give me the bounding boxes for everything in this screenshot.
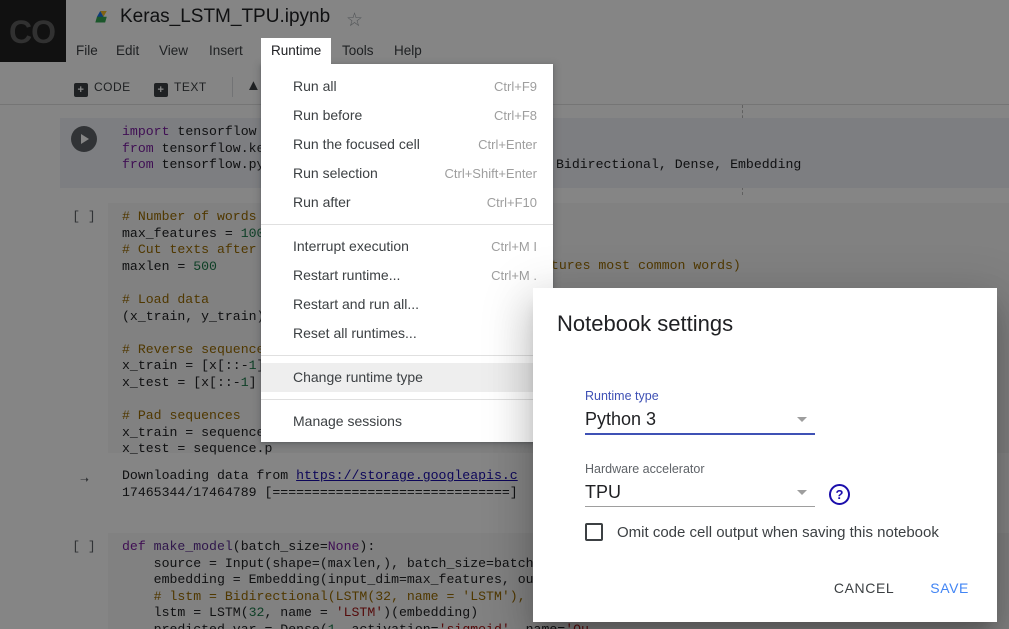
menu-item-restart-and-run-all[interactable]: Restart and run all... [261,290,553,319]
runtime-type-underline [585,433,815,435]
menu-separator-1 [261,224,553,225]
menu-item-manage-sessions[interactable]: Manage sessions [261,407,553,436]
menu-item-run-all[interactable]: Run all Ctrl+F9 [261,72,553,101]
menu-item-run-all-label: Run all [293,78,337,94]
dialog-actions: CANCEL SAVE [830,574,973,602]
runtime-type-select[interactable]: Python 3 [585,406,815,433]
runtime-type-value: Python 3 [585,409,657,429]
menu-item-run-after[interactable]: Run after Ctrl+F10 [261,188,553,217]
chevron-down-icon[interactable] [797,417,807,422]
hardware-accelerator-value: TPU [585,482,621,502]
menu-item-reset-all-runtimes-label: Reset all runtimes... [293,325,417,341]
menu-separator-2 [261,355,553,356]
chevron-down-icon-2[interactable] [797,490,807,495]
save-button[interactable]: SAVE [926,574,973,602]
notebook-settings-dialog: Notebook settings Runtime type Python 3 … [533,288,997,622]
menu-item-interrupt-execution-label: Interrupt execution [293,238,409,254]
menu-item-run-selection-accel: Ctrl+Shift+Enter [444,166,538,181]
help-icon[interactable]: ? [829,484,850,505]
omit-output-checkbox[interactable] [585,523,603,541]
menu-item-run-after-accel: Ctrl+F10 [486,195,537,210]
menu-item-change-runtime-type-label: Change runtime type [293,369,423,385]
colab-window: CO Keras_LSTM_TPU.ipynb ☆ File Edit View… [0,0,1009,629]
menu-item-run-focused-cell-accel: Ctrl+Enter [478,137,537,152]
dialog-title: Notebook settings [557,311,734,336]
hardware-accelerator-underline [585,506,815,507]
menu-item-interrupt-execution-accel: Ctrl+M I [491,239,537,254]
menu-item-restart-runtime[interactable]: Restart runtime... Ctrl+M . [261,261,553,290]
menu-item-manage-sessions-label: Manage sessions [293,413,402,429]
menu-item-run-focused-cell-label: Run the focused cell [293,136,420,152]
menu-item-interrupt-execution[interactable]: Interrupt execution Ctrl+M I [261,232,553,261]
menu-separator-3 [261,399,553,400]
menu-item-run-all-accel: Ctrl+F9 [494,79,537,94]
menu-item-run-before[interactable]: Run before Ctrl+F8 [261,101,553,130]
menu-item-restart-runtime-accel: Ctrl+M . [491,268,537,283]
menu-item-reset-all-runtimes[interactable]: Reset all runtimes... [261,319,553,348]
omit-output-label: Omit code cell output when saving this n… [617,523,939,541]
menu-item-run-after-label: Run after [293,194,351,210]
menu-item-restart-runtime-label: Restart runtime... [293,267,401,283]
cancel-button[interactable]: CANCEL [830,574,898,602]
menu-item-run-before-label: Run before [293,107,363,123]
hardware-accelerator-field[interactable]: Hardware accelerator TPU ? [585,462,850,507]
omit-output-row[interactable]: Omit code cell output when saving this n… [585,523,939,541]
runtime-menu[interactable]: Run all Ctrl+F9 Run before Ctrl+F8 Run t… [261,64,553,442]
menu-item-run-selection-label: Run selection [293,165,378,181]
menu-item-change-runtime-type[interactable]: Change runtime type [261,363,553,392]
menu-runtime[interactable]: Runtime [261,38,332,64]
menu-item-run-before-accel: Ctrl+F8 [494,108,537,123]
menu-item-restart-and-run-all-label: Restart and run all... [293,296,420,312]
hardware-accelerator-label: Hardware accelerator [585,462,705,476]
hardware-accelerator-select[interactable]: TPU ? [585,479,850,506]
menu-item-run-focused-cell[interactable]: Run the focused cell Ctrl+Enter [261,130,553,159]
runtime-type-label: Runtime type [585,389,659,403]
runtime-type-field[interactable]: Runtime type Python 3 [585,389,815,435]
menu-item-run-selection[interactable]: Run selection Ctrl+Shift+Enter [261,159,553,188]
